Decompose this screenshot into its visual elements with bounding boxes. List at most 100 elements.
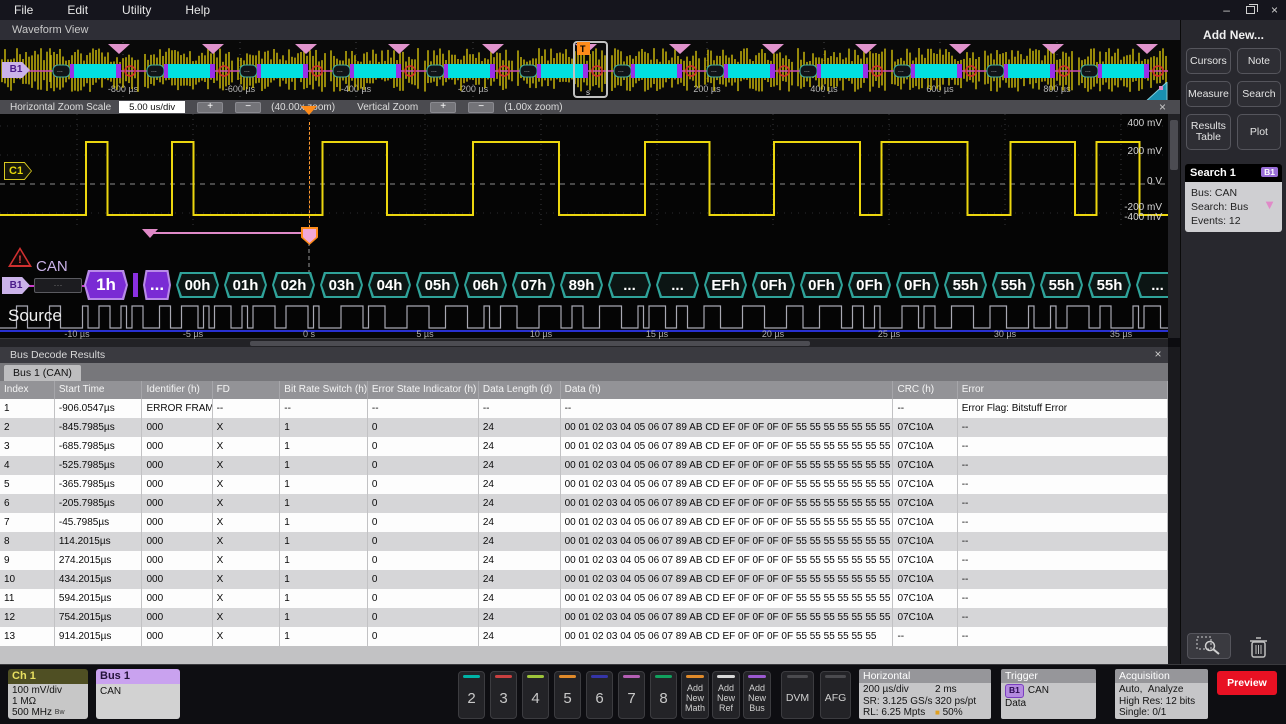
table-cell: 00 01 02 03 04 05 06 07 89 AB CD EF 0F 0… [561,608,894,627]
table-row[interactable]: 7-45.7985µs000X102400 01 02 03 04 05 06 … [0,513,1168,532]
table-row[interactable]: 3-685.7985µs000X102400 01 02 03 04 05 06… [0,437,1168,456]
channel1-card[interactable]: Ch 1 100 mV/div 1 MΩ 500 MHz Bw [8,669,88,719]
horizontal-zoom-scale-input[interactable] [119,101,185,113]
table-row[interactable]: 12754.2015µs000X102400 01 02 03 04 05 06… [0,608,1168,627]
minimize-icon[interactable]: – [1223,3,1230,17]
restore-icon[interactable] [1246,6,1255,14]
menu-utility[interactable]: Utility [105,3,168,17]
column-header[interactable]: Bit Rate Switch (h) [280,381,368,399]
add-new-cursors-button[interactable]: Cursors [1186,48,1231,74]
column-header[interactable]: Start Time [55,381,143,399]
table-cell: 07C10A [893,532,957,551]
menu-help[interactable]: Help [168,3,227,17]
afg-button[interactable]: AFG [820,671,851,719]
table-row[interactable]: 1-906.0547µsERROR FRAME------------Error… [0,399,1168,418]
waveform-overview[interactable]: -800 µs-600 µs-400 µs-200 µs200 µs400 µs… [0,40,1180,100]
table-cell: 0 [368,532,479,551]
bus-decode-bubble: 55h [1088,272,1131,298]
search-mark-icon [855,44,877,54]
horizontal-scrollbar[interactable] [0,338,1168,347]
bubble-value: 55h [946,274,985,296]
menu-edit[interactable]: Edit [50,3,105,17]
add-new-results-table-button[interactable]: Results Table [1186,114,1231,150]
channel-6-button[interactable]: 6 [586,671,613,719]
bubble-value: 00h [178,274,217,296]
acq-single: Single: 0/1 [1119,707,1204,719]
tab-bus1-can[interactable]: Bus 1 (CAN) [4,365,81,382]
overview-collapse-bubble: ... [898,67,904,74]
zoom-select-button[interactable] [1187,633,1231,659]
table-cell: 00 01 02 03 04 05 06 07 89 AB CD EF 0F 0… [561,532,894,551]
channel-3-button[interactable]: 3 [490,671,517,719]
add-new-measure-button[interactable]: Measure [1186,81,1231,107]
table-row[interactable]: 11594.2015µs000X102400 01 02 03 04 05 06… [0,589,1168,608]
channel1-card-title: Ch 1 [8,669,88,684]
column-header[interactable]: Identifier (h) [142,381,212,399]
search1-card[interactable]: Search 1B1 Bus: CAN Search: Bus Events: … [1185,164,1282,232]
column-header[interactable]: FD [213,381,281,399]
acquisition-panel[interactable]: Acquisition Auto, Analyze High Res: 12 b… [1115,669,1208,719]
channel-8-button[interactable]: 8 [650,671,677,719]
table-row[interactable]: 2-845.7985µs000X102400 01 02 03 04 05 06… [0,418,1168,437]
add-new-note-button[interactable]: Note [1237,48,1281,74]
table-cell: X [213,608,281,627]
h-zoom-plus-button[interactable]: + [197,102,223,113]
zoom-close-icon[interactable]: × [1159,100,1166,114]
column-header[interactable]: Data Length (d) [479,381,561,399]
table-row[interactable]: 8114.2015µs000X102400 01 02 03 04 05 06 … [0,532,1168,551]
add-button-label: Add New Math [682,678,708,718]
channel-7-button[interactable]: 7 [618,671,645,719]
add-new-ref-button[interactable]: Add New Ref [712,671,740,719]
channel-number: 4 [531,678,539,718]
channel-5-button[interactable]: 5 [554,671,581,719]
add-new-search-button[interactable]: Search [1237,81,1281,107]
table-cell: 0 [368,627,479,646]
close-icon[interactable]: × [1271,3,1278,17]
zoom-box-icon[interactable] [1144,82,1168,100]
add-new-bus-button[interactable]: Add New Bus [743,671,771,719]
table-cell: 000 [142,456,212,475]
dvm-button[interactable]: DVM [781,671,814,719]
preview-button[interactable]: Preview [1217,671,1277,695]
table-row[interactable]: 13914.2015µs000X102400 01 02 03 04 05 06… [0,627,1168,646]
vertical-scrollbar[interactable] [1168,114,1180,338]
bus1-card[interactable]: Bus 1 CAN [96,669,180,719]
zoomed-waveform-view[interactable] [0,114,1168,228]
trigger-panel[interactable]: Trigger B1CAN Data [1001,669,1096,719]
table-cell: 000 [142,437,212,456]
bus-collapse-box[interactable]: ··· [34,278,82,293]
column-header[interactable]: CRC (h) [893,381,957,399]
table-row[interactable]: 9274.2015µs000X102400 01 02 03 04 05 06 … [0,551,1168,570]
table-cell: 9 [0,551,55,570]
trigger-box-icon[interactable]: T [580,44,586,54]
trigger-type: CAN [1028,685,1049,696]
h-resolution: 320 ps/pt [935,696,976,708]
channel-4-button[interactable]: 4 [522,671,549,719]
column-header[interactable]: Error [958,381,1168,399]
overview-collapse-bubble: ... [151,67,157,74]
table-row[interactable]: 10434.2015µs000X102400 01 02 03 04 05 06… [0,570,1168,589]
add-new-math-button[interactable]: Add New Math [681,671,709,719]
table-row[interactable]: 5-365.7985µs000X102400 01 02 03 04 05 06… [0,475,1168,494]
trigger-position-icon[interactable] [301,106,317,123]
column-header[interactable]: Data (h) [561,381,894,399]
h-zoom-minus-button[interactable]: − [235,102,261,113]
table-cell: 24 [479,513,561,532]
channel-2-button[interactable]: 2 [458,671,485,719]
v-zoom-minus-button[interactable]: − [468,102,494,113]
column-header[interactable]: Index [0,381,55,399]
table-row[interactable]: 6-205.7985µs000X102400 01 02 03 04 05 06… [0,494,1168,513]
table-cell: 0 [368,475,479,494]
results-close-icon[interactable]: × [1150,347,1166,363]
v-zoom-plus-button[interactable]: + [430,102,456,113]
add-new-plot-button[interactable]: Plot [1237,114,1281,150]
search-mark-icon[interactable] [142,229,158,246]
horizontal-panel[interactable]: Horizontal 200 µs/div2 ms SR: 3.125 GS/s… [859,669,991,719]
table-row[interactable]: 4-525.7985µs000X102400 01 02 03 04 05 06… [0,456,1168,475]
trash-icon[interactable] [1248,635,1270,659]
column-header[interactable]: Error State Indicator (h) [368,381,479,399]
table-cell: 00 01 02 03 04 05 06 07 89 AB CD EF 0F 0… [561,551,894,570]
table-cell: -- [958,589,1168,608]
menu-file[interactable]: File [0,3,50,17]
bubble-value: 55h [1042,274,1081,296]
